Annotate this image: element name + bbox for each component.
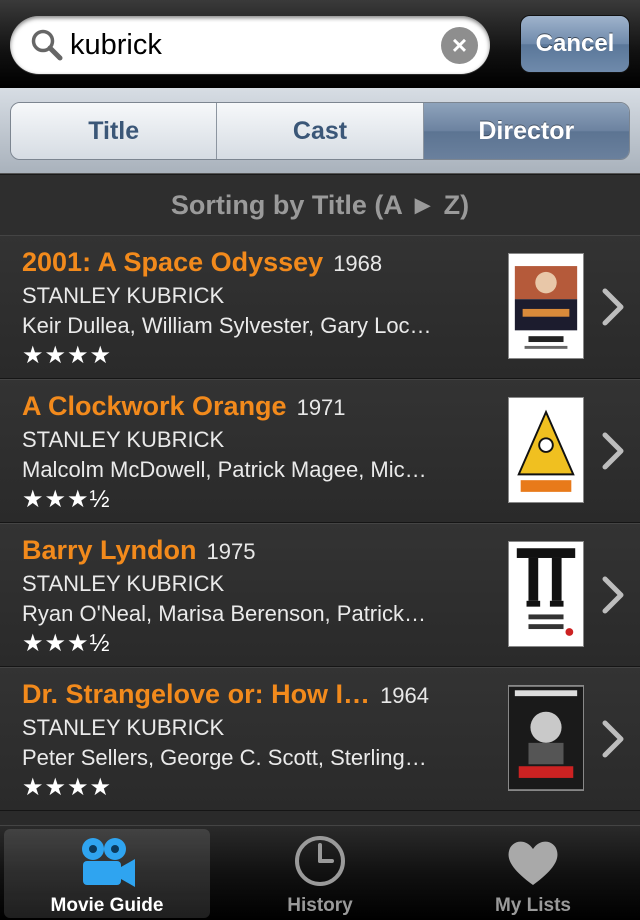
- tab-bar: Movie Guide History My Lists: [0, 825, 640, 920]
- movie-rating: ★★★★: [22, 774, 113, 801]
- chevron-right-icon: [602, 576, 624, 614]
- tab-label: History: [287, 895, 353, 916]
- movie-director: STANLEY KUBRICK: [22, 283, 225, 308]
- tab-movie-guide[interactable]: Movie Guide: [4, 829, 210, 918]
- movie-poster: [508, 253, 584, 359]
- movie-poster: [508, 685, 584, 791]
- tab-label: Movie Guide: [50, 895, 164, 916]
- movie-year: 1968: [333, 251, 383, 276]
- movie-director: STANLEY KUBRICK: [22, 571, 225, 596]
- clear-search-icon[interactable]: ×: [441, 27, 478, 64]
- search-query-text: kubrick: [70, 29, 162, 61]
- movie-poster: [508, 397, 584, 503]
- movie-rating: ★★★½: [22, 486, 111, 513]
- movie-row[interactable]: Dr. Strangelove or: How I… 1964 STANLEY K…: [0, 667, 640, 811]
- chevron-right-icon: [602, 288, 624, 326]
- movie-title: A Clockwork Orange 1971: [22, 391, 346, 421]
- search-icon: [31, 29, 63, 61]
- cancel-button[interactable]: Cancel: [520, 15, 630, 73]
- movie-camera-icon: [82, 838, 135, 887]
- movie-poster: [508, 541, 584, 647]
- search-input[interactable]: kubrick ×: [10, 16, 490, 74]
- chevron-right-icon: [602, 720, 624, 758]
- movie-rating: ★★★★: [22, 342, 113, 369]
- search-bar: kubrick × Cancel: [0, 0, 640, 88]
- movie-title: 2001: A Space Odyssey 1968: [22, 247, 383, 277]
- search-scope-segmented-control: Title Cast Director: [10, 102, 630, 160]
- movie-title: Barry Lyndon 1975: [22, 535, 256, 565]
- movie-director: STANLEY KUBRICK: [22, 715, 225, 740]
- segment-cast[interactable]: Cast: [217, 103, 424, 159]
- movie-cast: Ryan O'Neal, Marisa Berenson, Patrick…: [22, 601, 427, 626]
- clock-icon: [295, 836, 345, 886]
- tab-label: My Lists: [494, 895, 572, 916]
- movie-year: 1971: [296, 395, 346, 420]
- sort-header: Sorting by Title (A ► Z): [0, 175, 640, 235]
- movie-cast: Peter Sellers, George C. Scott, Sterling…: [22, 745, 427, 770]
- movie-cast: Keir Dullea, William Sylvester, Gary Loc…: [22, 313, 432, 338]
- search-scope-bar: Title Cast Director: [0, 88, 640, 174]
- movie-row[interactable]: A Clockwork Orange 1971 STANLEY KUBRICK M…: [0, 379, 640, 523]
- movie-year: 1975: [206, 539, 256, 564]
- tab-history[interactable]: History: [217, 829, 423, 918]
- movie-cast: Malcolm McDowell, Patrick Magee, Mic…: [22, 457, 427, 482]
- chevron-right-icon: [602, 432, 624, 470]
- movie-list: 2001: A Space Odyssey 1968 STANLEY KUBRIC…: [0, 235, 640, 825]
- movie-row[interactable]: Barry Lyndon 1975 STANLEY KUBRICK Ryan O'…: [0, 523, 640, 667]
- movie-director: STANLEY KUBRICK: [22, 427, 225, 452]
- movie-rating: ★★★½: [22, 630, 111, 657]
- heart-icon: [508, 841, 558, 885]
- tab-my-lists[interactable]: My Lists: [430, 829, 636, 918]
- movie-title: Dr. Strangelove or: How I… 1964: [22, 679, 430, 709]
- movie-year: 1964: [380, 683, 430, 708]
- movie-row[interactable]: 2001: A Space Odyssey 1968 STANLEY KUBRIC…: [0, 235, 640, 379]
- segment-title[interactable]: Title: [11, 103, 218, 159]
- segment-director[interactable]: Director: [423, 103, 629, 159]
